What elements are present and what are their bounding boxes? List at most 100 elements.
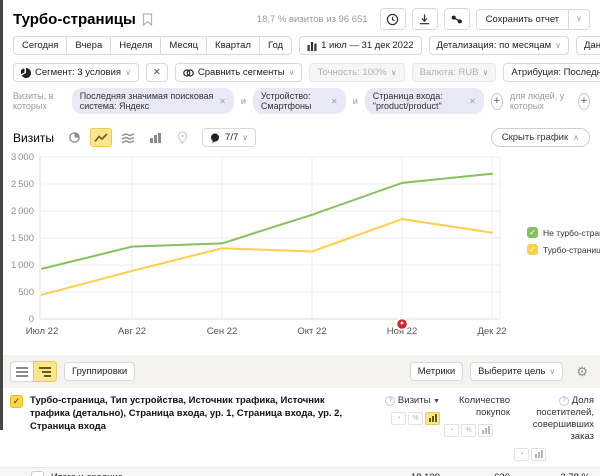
table-header: ✓ Турбо-страница, Тип устройства, Источн… — [0, 388, 600, 461]
sampling-info: 18,7 % визитов из 96 651 — [257, 14, 368, 25]
save-report-button[interactable]: Сохранить отчет ∨ — [476, 9, 590, 30]
compare-icon — [183, 68, 194, 78]
svg-text:500: 500 — [18, 287, 34, 298]
column-header-visits[interactable]: ? Визиты ▼ ◔ % — [366, 395, 440, 461]
save-report-label: Сохранить отчет — [477, 10, 569, 29]
svg-text:3 000: 3 000 — [11, 152, 34, 163]
hide-chart-button[interactable]: Скрыть график∧ — [491, 128, 590, 147]
tab-week[interactable]: Неделя — [110, 36, 161, 55]
filter-chip-search-engine[interactable]: Последняя значимая поисковая система: Ян… — [72, 88, 234, 114]
chart-metric-label: Визиты — [13, 131, 54, 145]
clock-icon — [386, 13, 399, 26]
share-button[interactable] — [444, 8, 470, 30]
totals-purchases-value: 620 — [446, 472, 516, 476]
legend-item-non-turbo[interactable]: ✓ Не турбо-страницы — [527, 227, 600, 238]
goal-select-button[interactable]: Выберите цель∨ — [470, 362, 563, 381]
purchases-percent-mini-button[interactable]: % — [461, 424, 476, 437]
purchases-bars-mini-button[interactable] — [478, 424, 493, 437]
chip-close-icon[interactable]: ✕ — [469, 97, 476, 106]
date-range-button[interactable]: 1 июл — 31 дек 2022 — [299, 36, 421, 55]
chip-close-icon[interactable]: ✕ — [331, 97, 338, 106]
metric-info-icon[interactable]: ? — [385, 396, 395, 406]
filter-chip-landing-page[interactable]: Страница входа: "product/product"✕ — [365, 88, 484, 114]
totals-share-value: 3,78 % — [516, 472, 600, 476]
chart-type-stacked-button[interactable] — [117, 128, 139, 147]
bookmark-icon[interactable] — [142, 13, 153, 26]
data-mode-button[interactable]: Данные: с роботами∨ — [576, 36, 600, 55]
tab-quarter[interactable]: Квартал — [206, 36, 260, 55]
mini-bars-icon — [429, 414, 437, 422]
view-tree-button[interactable] — [33, 361, 57, 382]
filter-chip-device[interactable]: Устройство: Смартфоны✕ — [253, 88, 346, 114]
export-button[interactable] — [412, 8, 438, 30]
gear-icon[interactable]: ⚙ — [576, 364, 588, 380]
groupings-button[interactable]: Группировки — [64, 362, 135, 381]
metrics-button[interactable]: Метрики — [410, 362, 463, 381]
chart-type-bars-button[interactable] — [144, 128, 166, 147]
svg-text:1 500: 1 500 — [11, 233, 34, 244]
chip-close-icon[interactable]: ✕ — [219, 97, 226, 106]
report-table: Итого и средние 18 109 620 3,78 % + ✓ Не… — [0, 467, 600, 476]
bar-chart-icon — [149, 132, 162, 144]
filters-suffix: для людей, у которых — [510, 91, 571, 111]
totals-visits-value: 18 109 — [372, 472, 446, 476]
line-chart-icon — [94, 132, 108, 144]
svg-text:Авг 22: Авг 22 — [118, 326, 146, 337]
visits-chart: 05001 0001 5002 0002 5003 000Июл 22Авг 2… — [0, 149, 600, 345]
share-pie-mini-button[interactable]: ◔ — [514, 448, 529, 461]
filters-prefix: Визиты, в которых — [13, 91, 65, 111]
tab-month[interactable]: Месяц — [160, 36, 207, 55]
detalization-button[interactable]: Детализация: по месяцам∨ — [429, 36, 569, 55]
filter-chips-row: Визиты, в которых Последняя значимая пои… — [0, 86, 600, 120]
tab-year[interactable]: Год — [259, 36, 292, 55]
row-label: Итого и средние — [51, 472, 123, 476]
add-visit-condition-button[interactable]: + — [491, 93, 503, 110]
visits-percent-mini-button[interactable]: % — [408, 412, 423, 425]
chart-type-line-button[interactable] — [90, 128, 112, 147]
history-button[interactable] — [380, 8, 406, 30]
currency-button[interactable]: Валюта: RUB∨ — [412, 63, 497, 82]
mini-bars-icon — [535, 450, 543, 458]
date-range-label: 1 июл — 31 дек 2022 — [321, 40, 413, 51]
chart-type-pie-button[interactable] — [63, 128, 85, 147]
add-user-condition-button[interactable]: + — [578, 93, 590, 110]
tab-today[interactable]: Сегодня — [13, 36, 67, 55]
view-flat-button[interactable] — [10, 361, 34, 382]
legend-item-turbo[interactable]: ✓ Турбо-страницы — [527, 244, 600, 255]
visits-pie-mini-button[interactable]: ◔ — [391, 412, 406, 425]
attribution-button[interactable]: Атрибуция: Последний значимый переход КЦ… — [503, 63, 600, 82]
tab-yesterday[interactable]: Вчера — [66, 36, 111, 55]
column-header-order-share[interactable]: ? Доля посетителей, совершивших заказ ◔ — [510, 395, 594, 461]
svg-text:1 000: 1 000 — [11, 260, 34, 271]
column-header-purchases[interactable]: Количество покупок ◔ % — [440, 395, 510, 461]
share-bars-mini-button[interactable] — [531, 448, 546, 461]
chart-header: Визиты — [0, 120, 600, 149]
svg-text:Окт 22: Окт 22 — [297, 326, 326, 337]
legend-checkbox-icon[interactable]: ✓ — [527, 227, 538, 238]
stacked-lines-icon — [121, 132, 135, 144]
segment-button[interactable]: Сегмент: 3 условия∨ — [13, 63, 139, 82]
compare-segments-button[interactable]: Сравнить сегменты∨ — [175, 63, 303, 82]
segment-clear-button[interactable]: ✕ — [146, 63, 168, 82]
line-chart-canvas[interactable]: 05001 0001 5002 0002 5003 000Июл 22Авг 2… — [0, 149, 600, 345]
select-all-checkbox[interactable]: ✓ — [10, 395, 23, 408]
purchases-pie-mini-button[interactable]: ◔ — [444, 424, 459, 437]
accuracy-button[interactable]: Точность: 100%∨ — [309, 63, 404, 82]
save-report-dropdown[interactable]: ∨ — [568, 10, 589, 29]
period-row: Сегодня Вчера Неделя Месяц Квартал Год 1… — [0, 32, 600, 59]
row-checkbox[interactable] — [31, 471, 44, 476]
filter-joiner: и — [353, 96, 358, 106]
chart-type-map-button[interactable] — [171, 128, 193, 147]
grouping-list-text[interactable]: Турбо-страница, Тип устройства, Источник… — [30, 395, 352, 461]
table-toolbar: Группировки Метрики Выберите цель∨ ⚙ — [0, 355, 600, 388]
report-header: Турбо-страницы 18,7 % визитов из 96 651 — [0, 0, 600, 32]
comment-marker[interactable] — [397, 319, 408, 330]
visits-bars-mini-button[interactable] — [425, 412, 440, 425]
annotations-button[interactable]: 7/7 ∨ — [202, 128, 256, 147]
page-title: Турбо-страницы — [13, 11, 136, 28]
metric-info-icon[interactable]: ? — [559, 396, 569, 406]
map-pin-icon — [177, 131, 188, 144]
download-icon — [418, 13, 431, 26]
legend-checkbox-icon[interactable]: ✓ — [527, 244, 538, 255]
table-row-totals[interactable]: Итого и средние 18 109 620 3,78 % — [0, 468, 600, 476]
